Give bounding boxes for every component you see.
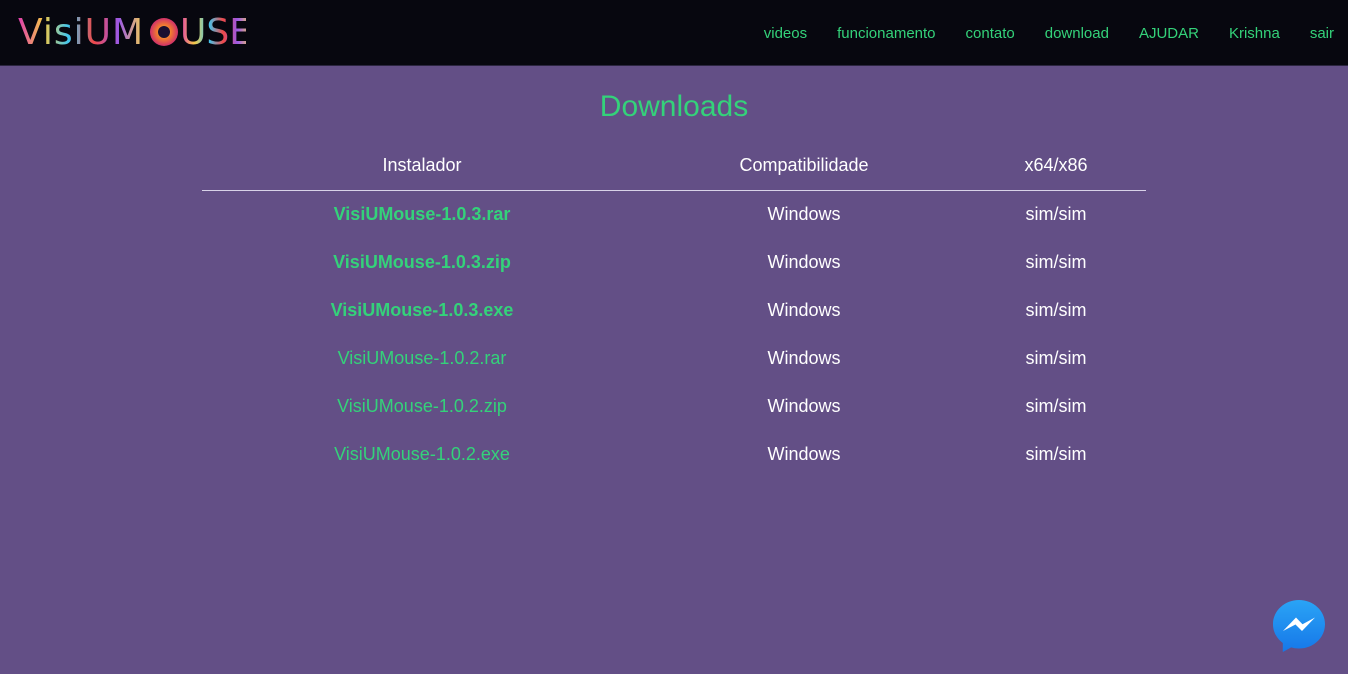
visiumouse-logo[interactable]: VisiUM USE [16,8,246,56]
download-link[interactable]: VisiUMouse-1.0.3.exe [331,300,514,320]
download-link[interactable]: VisiUMouse-1.0.2.rar [338,348,507,368]
installer-cell: VisiUMouse-1.0.2.rar [202,334,642,382]
compat-cell: Windows [767,251,841,272]
arch-cell: sim/sim [1025,203,1087,224]
compat-cell: Windows [767,443,841,464]
nav-link-download[interactable]: download [1045,25,1109,42]
nav-menu: videos funcionamento contato download AJ… [764,0,1348,66]
nav-link-videos[interactable]: videos [764,25,807,42]
table-row: VisiUMouse-1.0.2.rar Windows sim/sim [202,334,1146,382]
installer-cell: VisiUMouse-1.0.3.zip [202,238,642,286]
table-row: VisiUMouse-1.0.2.zip Windows sim/sim [202,382,1146,430]
table-header-row: Instalador Compatibilidade x64/x86 [202,141,1146,191]
download-link[interactable]: VisiUMouse-1.0.3.rar [334,204,511,224]
messenger-icon [1273,600,1325,652]
messenger-chat-button[interactable] [1272,599,1326,653]
arch-cell: sim/sim [1025,347,1087,368]
nav-link-ajudar[interactable]: AJUDAR [1139,25,1199,42]
download-link[interactable]: VisiUMouse-1.0.2.zip [337,396,507,416]
compat-cell: Windows [767,299,841,320]
navbar: VisiUM USE videos funcionamento contato … [0,0,1348,66]
installer-cell: VisiUMouse-1.0.2.zip [202,382,642,430]
download-link[interactable]: VisiUMouse-1.0.2.exe [334,444,510,464]
header-instalador: Instalador [202,141,642,191]
compat-cell: Windows [767,203,841,224]
arch-cell: sim/sim [1025,443,1087,464]
page-title: Downloads [599,90,749,123]
arch-cell: sim/sim [1025,395,1087,416]
svg-text:VisiUM: VisiUM [18,12,144,53]
header-arch: x64/x86 [966,141,1146,191]
nav-link-krishna[interactable]: Krishna [1229,25,1280,42]
nav-link-contato[interactable]: contato [966,25,1015,42]
header-compatibilidade: Compatibilidade [642,141,966,191]
table-row: VisiUMouse-1.0.3.rar Windows sim/sim [202,190,1146,238]
installer-cell: VisiUMouse-1.0.3.rar [202,190,642,238]
table-row: VisiUMouse-1.0.3.exe Windows sim/sim [202,286,1146,334]
table-row: VisiUMouse-1.0.2.exe Windows sim/sim [202,430,1146,478]
nav-link-sair[interactable]: sair [1310,25,1334,42]
compat-cell: Windows [767,347,841,368]
nav-link-funcionamento[interactable]: funcionamento [837,25,935,42]
installer-cell: VisiUMouse-1.0.3.exe [202,286,642,334]
arch-cell: sim/sim [1025,251,1087,272]
compat-cell: Windows [767,395,841,416]
installer-cell: VisiUMouse-1.0.2.exe [202,430,642,478]
svg-text:USE: USE [180,12,246,53]
downloads-table: Instalador Compatibilidade x64/x86 VisiU… [202,141,1146,478]
logo-graphic: VisiUM USE [18,12,246,53]
arch-cell: sim/sim [1025,299,1087,320]
table-row: VisiUMouse-1.0.3.zip Windows sim/sim [202,238,1146,286]
download-link[interactable]: VisiUMouse-1.0.3.zip [333,252,511,272]
